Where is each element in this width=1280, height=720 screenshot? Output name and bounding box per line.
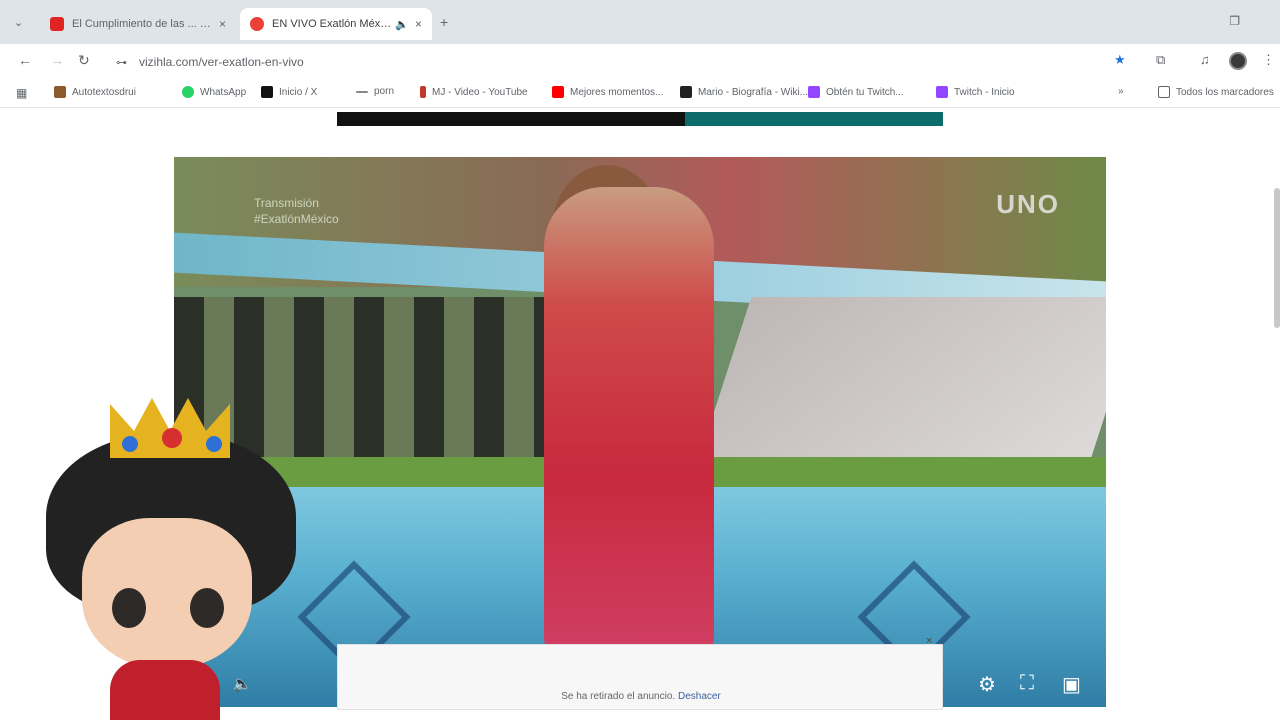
twitch-icon (808, 86, 820, 98)
tab-strip: ⌄ El Cumplimiento de las ... #dhinson...… (0, 0, 1280, 44)
video-watermark-text: Transmisión #ExatlónMéxico (254, 196, 339, 226)
streamer-avatar-overlay (40, 398, 310, 720)
youtube-favicon-icon (50, 17, 64, 31)
all-bookmarks-folder[interactable]: Todos los marcadores (1158, 86, 1274, 98)
bookmark-item[interactable]: porn (356, 86, 394, 97)
page-scrollbar[interactable] (1274, 188, 1280, 328)
profile-avatar[interactable] (1229, 52, 1247, 70)
site-favicon-icon (250, 17, 264, 31)
bookmark-star-icon[interactable]: ★ (1114, 52, 1126, 68)
window-restore-icon[interactable]: ❐ (1229, 14, 1240, 28)
ad-removed-message: Se ha retirado el anuncio. Deshacer (561, 691, 721, 702)
picture-in-picture-icon[interactable]: ▣ (1062, 672, 1081, 697)
back-icon[interactable]: ← (18, 52, 32, 68)
top-ad-banner[interactable] (337, 112, 943, 126)
tab-inactive[interactable]: El Cumplimiento de las ... #dhinson... × (40, 8, 236, 40)
bookmark-favicon-icon (420, 86, 426, 98)
bookmarks-bar: Autotextosdrui WhatsApp Inicio / X porn … (0, 80, 1280, 108)
video-athlete (544, 187, 714, 667)
crown-gem (206, 436, 222, 452)
bookmark-item[interactable]: Obtén tu Twitch... (808, 86, 904, 98)
bookmark-item[interactable]: Autotextosdrui (54, 86, 136, 98)
bookmark-favicon-icon (54, 86, 66, 98)
tab-label: EN VIVO Exatlón México (272, 18, 392, 30)
bookmark-item[interactable]: Inicio / X (261, 86, 317, 98)
new-tab-icon[interactable]: + (440, 14, 448, 30)
close-ad-icon[interactable]: × (926, 635, 932, 647)
audio-playing-icon[interactable]: 🔈 (395, 18, 409, 31)
mascot-face (82, 518, 252, 668)
settings-gear-icon[interactable]: ⚙ (978, 672, 996, 697)
tab-search-icon[interactable]: ⌄ (14, 16, 23, 29)
banner-accent (685, 112, 943, 126)
browser-toolbar: ← → ↻ ⊶ vizihla.com/ver-exatlon-en-vivo … (0, 44, 1280, 80)
crown-gem (122, 436, 138, 452)
bookmark-item[interactable]: WhatsApp (182, 86, 246, 98)
bookmark-item[interactable]: Mejores momentos... (552, 86, 663, 98)
folder-icon (1158, 86, 1170, 98)
channel-logo: UNO (996, 189, 1060, 219)
bookmark-favicon-icon (356, 90, 368, 93)
x-logo-icon (261, 86, 273, 98)
site-info-icon[interactable]: ⊶ (116, 56, 127, 69)
menu-icon[interactable]: ⋮ (1262, 52, 1275, 68)
reload-icon[interactable]: ↻ (78, 52, 90, 69)
apps-grid-icon[interactable]: ▦ (16, 86, 27, 100)
twitch-icon (936, 86, 948, 98)
close-tab-icon[interactable]: × (415, 17, 422, 31)
tab-active[interactable]: EN VIVO Exatlón México 🔈 × (240, 8, 432, 40)
mascot-eye (112, 588, 146, 628)
bookmark-item[interactable]: Mario - Biografía - Wiki... (680, 86, 808, 98)
address-bar[interactable]: ⊶ vizihla.com/ver-exatlon-en-vivo (104, 48, 1104, 76)
more-bookmarks-icon[interactable]: » (1118, 86, 1124, 97)
youtube-icon (552, 86, 564, 98)
url-text: vizihla.com/ver-exatlon-en-vivo (139, 55, 304, 69)
mascot-eye (190, 588, 224, 628)
bookmark-item[interactable]: Twitch - Inicio (936, 86, 1015, 98)
tab-label: El Cumplimiento de las ... #dhinson... (72, 18, 213, 30)
close-tab-icon[interactable]: × (219, 17, 226, 31)
dismissed-ad-panel: × Se ha retirado el anuncio. Deshacer (337, 635, 943, 710)
crown-gem (162, 428, 182, 448)
video-player[interactable]: Transmisión #ExatlónMéxico UNO (174, 157, 1106, 707)
bookmark-favicon-icon (680, 86, 692, 98)
media-controls-icon[interactable]: ♫ (1200, 52, 1210, 67)
bookmark-item[interactable]: MJ - Video - YouTube (420, 86, 528, 98)
undo-link[interactable]: Deshacer (678, 691, 721, 702)
extensions-icon[interactable]: ⧉ (1156, 52, 1165, 68)
fullscreen-icon[interactable]: ⛶ (1020, 672, 1034, 695)
mascot-body (110, 660, 220, 720)
whatsapp-icon (182, 86, 194, 98)
forward-icon: → (50, 52, 64, 68)
